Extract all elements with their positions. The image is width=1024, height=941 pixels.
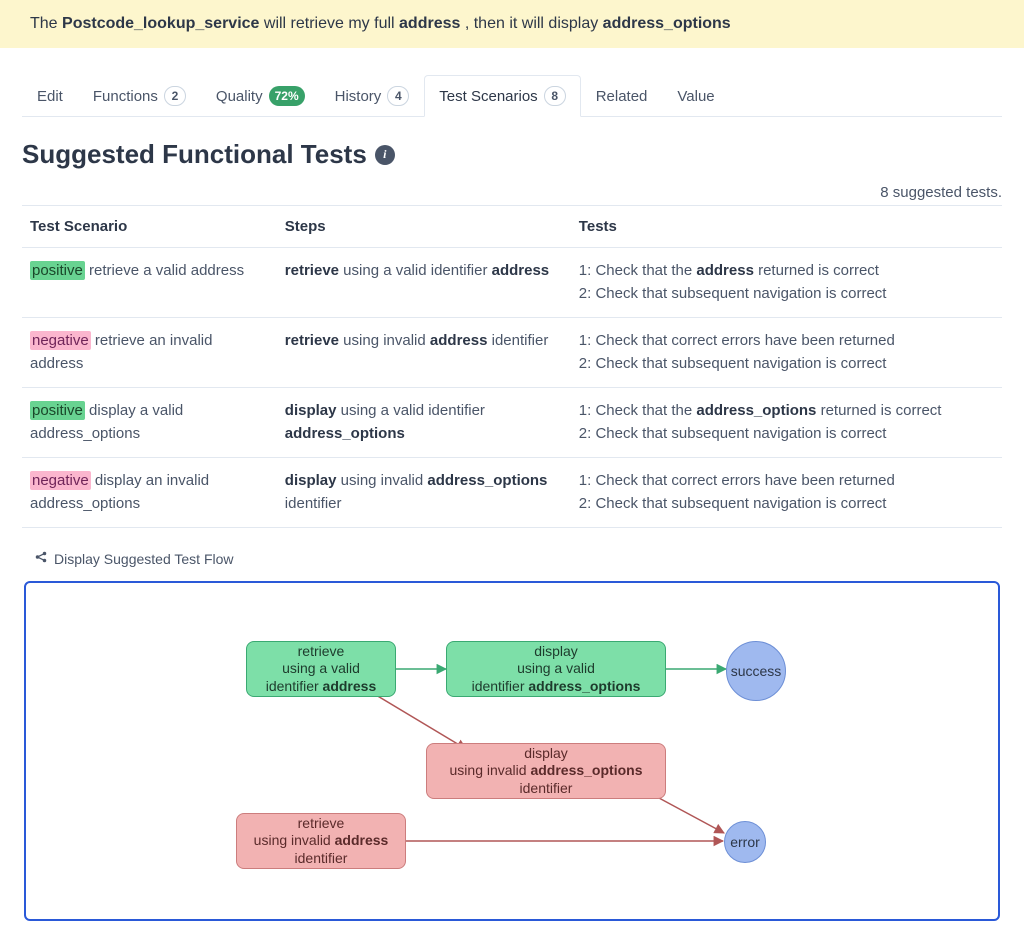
flow-node-retrieve-invalid[interactable]: retrieveusing invalid addressidentifier [236, 813, 406, 869]
tests-table: Test Scenario Steps Tests positive retri… [22, 206, 1002, 528]
tab-related[interactable]: Related [581, 77, 663, 116]
col-steps: Steps [277, 206, 571, 248]
scenario-tag: negative [30, 331, 91, 350]
info-icon[interactable]: i [375, 145, 395, 165]
table-row: positive retrieve a valid addressretriev… [22, 248, 1002, 318]
tab-quality[interactable]: Quality72% [201, 75, 320, 117]
flow-canvas: retrieveusing a valididentifier address … [24, 581, 1000, 921]
flow-node-success[interactable]: success [726, 641, 786, 701]
history-count-badge: 4 [387, 86, 409, 106]
tab-value[interactable]: Value [662, 77, 729, 116]
table-row: negative display an invalid address_opti… [22, 458, 1002, 528]
flow-node-retrieve-valid[interactable]: retrieveusing a valididentifier address [246, 641, 396, 697]
tab-functions[interactable]: Functions2 [78, 75, 201, 117]
display-flow-toggle[interactable]: Display Suggested Test Flow [34, 550, 990, 567]
sentence-banner: The Postcode_lookup_service will retriev… [0, 0, 1024, 48]
quality-pct-badge: 72% [269, 86, 305, 106]
tab-bar: Edit Functions2 Quality72% History4 Test… [22, 74, 1002, 117]
tab-edit[interactable]: Edit [22, 77, 78, 116]
scenarios-count-badge: 8 [544, 86, 566, 106]
tab-test-scenarios[interactable]: Test Scenarios8 [424, 75, 580, 117]
col-tests: Tests [571, 206, 1002, 248]
tab-history[interactable]: History4 [320, 75, 425, 117]
summary-count: 8 suggested tests. [22, 180, 1002, 206]
scenario-tag: positive [30, 261, 85, 280]
functions-count-badge: 2 [164, 86, 186, 106]
table-row: negative retrieve an invalid addressretr… [22, 318, 1002, 388]
scenario-tag: negative [30, 471, 91, 490]
section-title: Suggested Functional Tests i [22, 139, 1002, 170]
flow-node-display-invalid[interactable]: displayusing invalid address_optionsiden… [426, 743, 666, 799]
col-scenario: Test Scenario [22, 206, 277, 248]
scenario-tag: positive [30, 401, 85, 420]
table-row: positive display a valid address_options… [22, 388, 1002, 458]
share-icon [34, 550, 48, 567]
flow-node-display-valid[interactable]: displayusing a valididentifier address_o… [446, 641, 666, 697]
flow-node-error[interactable]: error [724, 821, 766, 863]
